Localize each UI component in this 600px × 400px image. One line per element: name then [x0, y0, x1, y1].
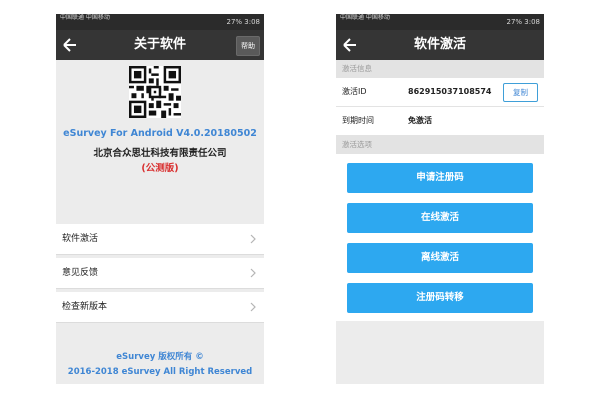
transfer-code-button[interactable]: 注册码转移: [347, 283, 533, 313]
chevron-right-icon: [250, 302, 256, 312]
activation-id-value: 862915037108574: [408, 87, 492, 96]
activation-actions: 申请注册码 在线激活 离线激活 注册码转移: [336, 154, 544, 321]
chevron-right-icon: [250, 268, 256, 278]
copyright-footer: eSurvey 版权所有 © 2016-2018 eSurvey All Rig…: [56, 350, 264, 380]
chevron-right-icon: [250, 234, 256, 244]
copyright-line-1: eSurvey 版权所有 ©: [116, 352, 204, 362]
request-code-button[interactable]: 申请注册码: [347, 163, 533, 193]
offline-activation-button[interactable]: 离线激活: [347, 243, 533, 273]
title-bar: 软件激活: [336, 30, 544, 60]
copyright-line-2: 2016-2018 eSurvey All Right Reserved: [67, 367, 253, 377]
activation-id-row: 激活ID 862915037108574 复制: [336, 78, 544, 107]
expiry-value: 免激活: [408, 116, 432, 125]
expiry-label: 到期时间: [342, 116, 374, 125]
title-bar: 关于软件 帮助: [56, 30, 264, 60]
menu-item-feedback[interactable]: 意见反馈: [56, 258, 264, 289]
carrier-text: 中国联通 中国移动: [340, 14, 390, 21]
settings-menu: 软件激活 意见反馈 检查新版本: [56, 224, 264, 323]
version-text: eSurvey For Android V4.0.20180502: [63, 128, 257, 139]
activation-screen: 中国联通 中国移动 27% 3:08 软件激活 激活信息 激活ID 862915…: [336, 14, 544, 384]
menu-item-label: 意见反馈: [62, 268, 99, 278]
qr-code-icon: [129, 66, 181, 118]
about-info: eSurvey For Android V4.0.20180502 北京合众思壮…: [56, 60, 264, 224]
menu-item-label: 检查新版本: [62, 302, 108, 312]
company-name: 北京合众思壮科技有限责任公司: [93, 148, 227, 159]
menu-item-label: 软件激活: [62, 234, 99, 244]
battery-time-text: 27% 3:08: [506, 18, 540, 26]
copy-button[interactable]: 复制: [503, 83, 538, 102]
edition-label: (公测版): [141, 163, 179, 174]
menu-item-check-update[interactable]: 检查新版本: [56, 292, 264, 323]
page-title: 关于软件: [133, 37, 186, 52]
section-header-options: 激活选项: [336, 136, 544, 154]
help-button[interactable]: 帮助: [236, 36, 260, 56]
page-title: 软件激活: [413, 37, 466, 52]
status-bar: 中国联通 中国移动 27% 3:08: [56, 14, 264, 30]
about-screen: 中国联通 中国移动 27% 3:08 关于软件 帮助 eSurvey For A…: [56, 14, 264, 384]
online-activation-button[interactable]: 在线激活: [347, 203, 533, 233]
activation-id-label: 激活ID: [342, 87, 367, 96]
status-bar: 中国联通 中国移动 27% 3:08: [336, 14, 544, 30]
carrier-text: 中国联通 中国移动: [60, 14, 110, 21]
battery-time-text: 27% 3:08: [226, 18, 260, 26]
section-header-info: 激活信息: [336, 60, 544, 78]
menu-item-software-activation[interactable]: 软件激活: [56, 224, 264, 255]
expiry-row: 到期时间 免激活: [336, 107, 544, 136]
